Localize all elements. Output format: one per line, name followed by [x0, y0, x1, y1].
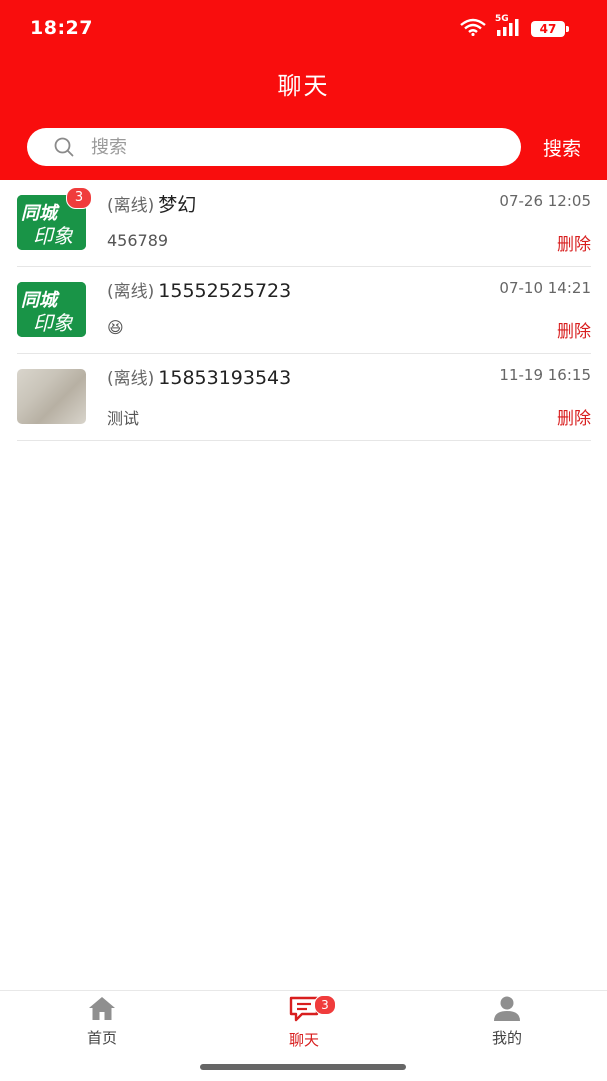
home-indicator[interactable]: [200, 1064, 406, 1070]
tab-label: 我的: [491, 1029, 522, 1047]
avatar[interactable]: 同城 印象: [17, 282, 86, 337]
tab-label: 首页: [86, 1029, 117, 1047]
chat-title: (离线) 梦幻: [107, 190, 196, 217]
avatar[interactable]: [17, 369, 86, 424]
network-type-label: 5G: [495, 14, 509, 24]
battery-icon: 47: [531, 21, 569, 37]
avatar[interactable]: 同城 印象 3: [17, 187, 92, 250]
delete-button[interactable]: 删除: [557, 230, 591, 255]
search-button[interactable]: 搜索: [543, 134, 581, 161]
app-header: 18:27 5G 47 聊天 搜索 搜索: [0, 0, 607, 180]
page-title: 聊天: [277, 72, 330, 100]
wifi-icon: [459, 18, 487, 40]
chat-tab-badge: 3: [314, 995, 336, 1015]
online-status: (离线): [107, 196, 155, 216]
online-status: (离线): [107, 282, 155, 302]
search-box[interactable]: [27, 128, 521, 166]
chat-title: (离线) 15853193543: [107, 364, 291, 389]
message-preview: 456789: [107, 231, 169, 250]
home-icon: [89, 997, 115, 1020]
chat-timestamp: 11-19 16:15: [499, 366, 591, 384]
chat-item[interactable]: 同城 印象 3 (离线) 梦幻 07-26 12:05 456789 删除: [17, 180, 591, 267]
contact-name: 梦幻: [158, 194, 197, 216]
battery-level: 47: [539, 22, 557, 36]
tab-chat[interactable]: 3 聊天: [244, 995, 364, 1050]
chat-list: 同城 印象 3 (离线) 梦幻 07-26 12:05 456789 删除 同城 …: [17, 180, 591, 441]
chat-item[interactable]: (离线) 15853193543 11-19 16:15 测试 删除: [17, 354, 591, 441]
chat-title: (离线) 15552525723: [107, 277, 291, 302]
online-status: (离线): [107, 369, 155, 389]
delete-button[interactable]: 删除: [557, 317, 591, 342]
cellular-signal-icon: 5G: [495, 14, 523, 40]
status-icons: 5G 47: [459, 14, 569, 40]
chat-timestamp: 07-26 12:05: [499, 192, 591, 210]
search-input[interactable]: [89, 135, 473, 159]
contact-name: 15552525723: [158, 280, 292, 302]
delete-button[interactable]: 删除: [557, 404, 591, 429]
status-bar: 18:27 5G 47: [0, 0, 607, 56]
avatar-logo-text: 印象: [33, 311, 73, 335]
tab-label: 聊天: [288, 1031, 319, 1049]
avatar-logo: 同城 印象: [17, 282, 86, 337]
status-time: 18:27: [30, 17, 93, 39]
contact-name: 15853193543: [158, 367, 292, 389]
search-icon: [54, 137, 74, 157]
unread-badge: 3: [66, 187, 92, 209]
chat-timestamp: 07-10 14:21: [499, 279, 591, 297]
user-icon: [494, 996, 520, 1021]
chat-item[interactable]: 同城 印象 (离线) 15552525723 07-10 14:21 😆 删除: [17, 267, 591, 354]
tab-mine[interactable]: 我的: [447, 995, 567, 1048]
message-preview: 测试: [107, 409, 140, 428]
message-preview: 😆: [107, 318, 124, 337]
avatar-logo-text: 印象: [33, 224, 73, 248]
tab-home[interactable]: 首页: [42, 995, 162, 1048]
